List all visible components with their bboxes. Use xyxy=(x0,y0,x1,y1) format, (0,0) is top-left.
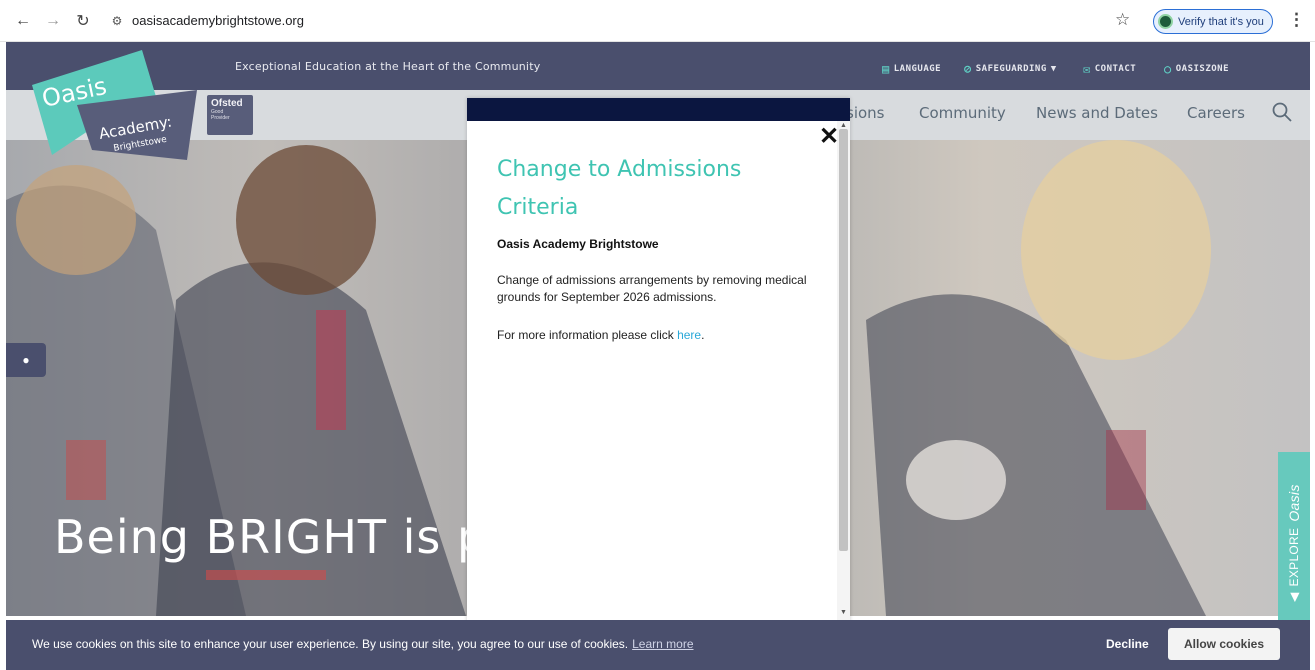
triangle-icon: ◀ xyxy=(1287,592,1301,602)
allow-cookies-button[interactable]: Allow cookies xyxy=(1168,628,1280,660)
mail-icon: ✉ xyxy=(1083,62,1091,76)
modal-body-text: Change of admissions arrangements by rem… xyxy=(497,273,807,304)
modal-more-info: For more information please click here. xyxy=(497,328,704,342)
forward-arrow-icon[interactable]: → xyxy=(42,10,64,32)
oasiszone-link[interactable]: ○ OASISZONE xyxy=(1164,62,1229,76)
browser-menu-icon[interactable]: ⋮ xyxy=(1288,10,1305,30)
modal-header-bar xyxy=(467,98,850,121)
contact-link[interactable]: ✉ CONTACT xyxy=(1083,62,1136,76)
more-info-prefix: For more information please click xyxy=(497,328,678,342)
bell-icon: ● xyxy=(22,353,30,367)
oasis-academy-logo[interactable]: Oasis Academy: Brightstowe xyxy=(22,45,217,195)
cookie-consent-bar: We use cookies on this site to enhance y… xyxy=(6,620,1310,670)
ofsted-badge: Ofsted Good Provider xyxy=(207,95,253,135)
address-bar[interactable]: oasisacademybrightstowe.org xyxy=(132,13,304,28)
safeguarding-icon: ⊘ xyxy=(964,62,972,76)
language-icon: ▤ xyxy=(882,62,890,76)
chevron-down-icon: ▼ xyxy=(1050,64,1057,74)
nav-item-news-and-dates[interactable]: News and Dates xyxy=(1036,104,1158,122)
decline-button[interactable]: Decline xyxy=(1106,637,1149,651)
ofsted-title: Ofsted xyxy=(211,98,243,109)
search-icon[interactable] xyxy=(1271,101,1293,123)
verify-identity-button[interactable]: Verify that it's you xyxy=(1153,9,1273,34)
notifications-tab[interactable]: ● xyxy=(6,343,46,377)
profile-avatar xyxy=(1158,14,1173,29)
explore-tab-label: ◀ EXPLORE Oasis xyxy=(1286,484,1302,602)
scroll-up-arrow-icon[interactable]: ▲ xyxy=(840,122,847,129)
scrollbar-thumb[interactable] xyxy=(839,129,848,551)
modal-scrollbar[interactable]: ▲ ▼ xyxy=(837,121,850,622)
nav-item-careers[interactable]: Careers xyxy=(1187,104,1245,122)
cookie-message: We use cookies on this site to enhance y… xyxy=(32,637,694,651)
language-label: LANGUAGE xyxy=(893,64,942,74)
more-info-suffix: . xyxy=(701,328,705,342)
modal-subtitle: Oasis Academy Brightstowe xyxy=(497,237,659,251)
admissions-modal: ✕ Change to Admissions Criteria Oasis Ac… xyxy=(467,98,850,622)
nav-item-admissions[interactable]: sions xyxy=(846,104,884,122)
site-tagline: Exceptional Education at the Heart of th… xyxy=(235,60,541,73)
scroll-down-arrow-icon[interactable]: ▼ xyxy=(840,609,847,616)
language-link[interactable]: ▤ LANGUAGE xyxy=(882,62,941,76)
hero-headline: Being BRIGHT is p xyxy=(54,510,488,564)
nav-item-community[interactable]: Community xyxy=(919,104,1006,122)
explore-brand: Oasis xyxy=(1286,484,1302,522)
safeguarding-label: SAFEGUARDING xyxy=(975,64,1047,74)
circle-icon: ○ xyxy=(1164,62,1172,76)
cookie-message-text: We use cookies on this site to enhance y… xyxy=(32,637,629,651)
safeguarding-link[interactable]: ⊘ SAFEGUARDING ▼ xyxy=(964,62,1057,76)
bookmark-star-icon[interactable]: ☆ xyxy=(1115,10,1130,30)
verify-label: Verify that it's you xyxy=(1178,15,1264,28)
explore-label: EXPLORE xyxy=(1287,527,1301,587)
contact-label: CONTACT xyxy=(1094,64,1137,74)
ofsted-provider: Provider xyxy=(211,115,230,121)
back-arrow-icon[interactable]: ← xyxy=(12,10,34,32)
site-info-icon[interactable]: ⚙ xyxy=(108,12,126,30)
reload-icon[interactable]: ↻ xyxy=(72,10,94,32)
modal-title: Change to Admissions Criteria xyxy=(497,157,742,220)
learn-more-link[interactable]: Learn more xyxy=(632,637,693,651)
explore-oasis-tab[interactable]: ◀ EXPLORE Oasis xyxy=(1278,452,1310,620)
oasiszone-label: OASISZONE xyxy=(1175,64,1230,74)
here-link[interactable]: here xyxy=(677,328,701,342)
